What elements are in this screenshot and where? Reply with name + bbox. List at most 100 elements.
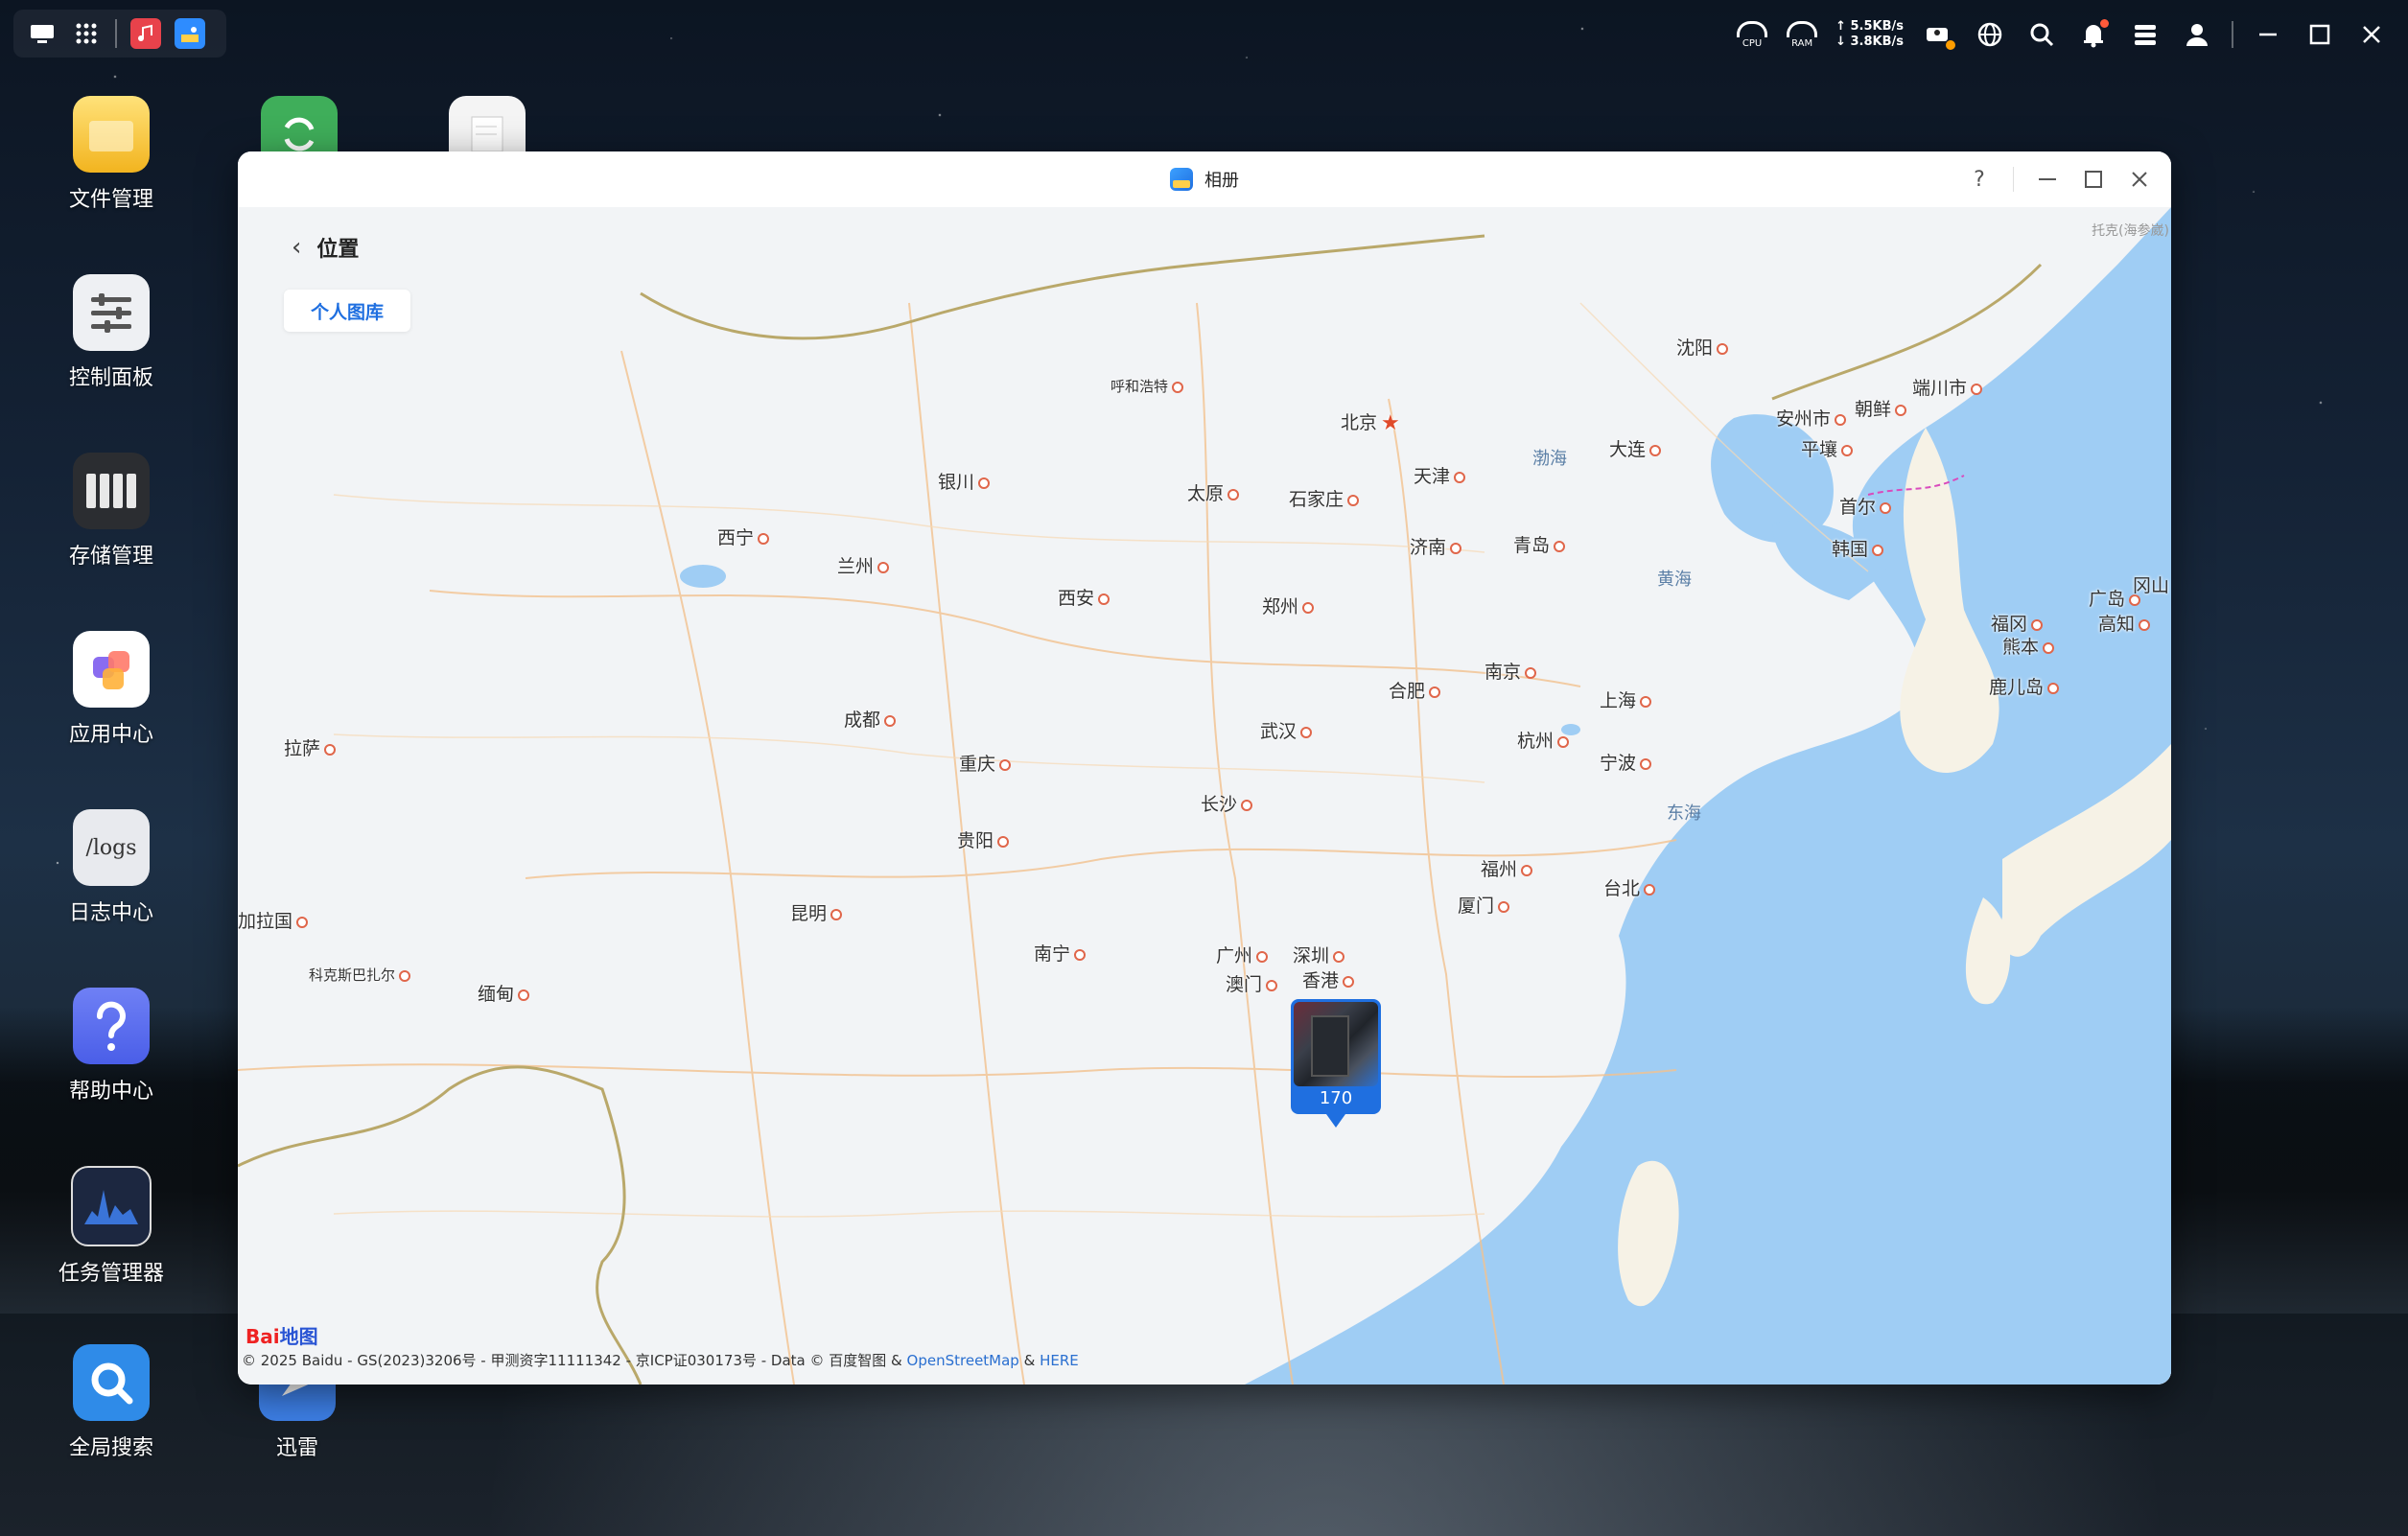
map-city-label[interactable]: 西安 (1058, 584, 1113, 610)
help-button[interactable]: ? (1967, 167, 1992, 192)
map-city-label[interactable]: 台北 (1603, 874, 1659, 900)
map-city-label[interactable]: 香港 (1302, 966, 1358, 992)
global-search-icon (73, 1344, 150, 1421)
map-city-label[interactable]: 平壤 (1801, 435, 1857, 461)
network-speed[interactable]: ↑ 5.5KB/s ↓ 3.8KB/s (1835, 19, 1904, 50)
map-city-label[interactable]: 南宁 (1034, 940, 1089, 966)
map-city-label[interactable]: 天津 (1414, 462, 1469, 488)
city-name: 首尔 (1839, 497, 1877, 518)
map-city-label[interactable]: 昆明 (790, 899, 846, 925)
map-city-label[interactable]: 福冈 (1991, 610, 2046, 636)
openstreetmap-link[interactable]: OpenStreetMap (907, 1352, 1019, 1369)
map-city-label[interactable]: 银川 (938, 468, 994, 494)
map-city-label[interactable]: 大连 (1609, 435, 1665, 461)
map-city-label[interactable]: 端川市 (1912, 374, 1986, 400)
city-name: 鹿儿岛 (1989, 677, 2045, 698)
map-city-label[interactable]: 北京 ★ (1341, 408, 1400, 435)
city-dot-icon (1640, 757, 1652, 770)
maximize-button[interactable] (2081, 167, 2106, 192)
music-app-icon[interactable] (130, 18, 161, 49)
window-titlebar[interactable]: 相册 ? (238, 151, 2171, 208)
map-city-label[interactable]: 太原 (1187, 479, 1243, 505)
city-name: 南京 (1485, 662, 1522, 683)
map-city-label[interactable]: 合肥 (1389, 677, 1444, 703)
map-city-label[interactable]: 成都 (844, 706, 900, 732)
apps-grid-icon[interactable] (71, 18, 102, 49)
map-city-label[interactable]: 郑州 (1262, 593, 1318, 618)
globe-icon[interactable] (1973, 17, 2007, 52)
city-name: 广岛 (2089, 589, 2126, 610)
map-city-label[interactable]: 科克斯巴扎尔 (309, 965, 414, 985)
cpu-gauge-icon (1737, 20, 1768, 37)
desktop-shortcut-app-center[interactable]: 应用中心 (35, 631, 188, 748)
show-desktop-icon[interactable] (27, 18, 58, 49)
map-city-label[interactable]: 韩国 (1832, 535, 1887, 561)
map-city-label[interactable]: 长沙 (1201, 790, 1256, 816)
map-city-label[interactable]: 首尔 (1839, 493, 1895, 519)
map-city-label[interactable]: 鹿儿岛 (1989, 673, 2063, 699)
maximize-icon[interactable] (2303, 17, 2337, 52)
desktop-shortcut-global-search[interactable]: 全局搜索 (35, 1344, 188, 1461)
desktop-shortcut-file-manager[interactable]: 文件管理 (35, 96, 188, 213)
user-status-icon[interactable] (1921, 17, 1955, 52)
close-button[interactable] (2127, 167, 2152, 192)
notification-bell-icon[interactable] (2076, 17, 2111, 52)
minimize-button[interactable] (2035, 167, 2060, 192)
location-map[interactable]: 北京 ★ 天津 呼和浩特 沈阳大连石家庄 太原 银川西宁兰州 济南 青岛郑州 西安南京合肥 上海成都… (238, 207, 2171, 1385)
minimize-all-icon[interactable] (2251, 17, 2285, 52)
back-button[interactable]: ‹ 位置 (292, 232, 359, 263)
map-city-label[interactable]: 武汉 (1260, 717, 1316, 743)
map-city-label[interactable]: 宁波 (1600, 749, 1655, 775)
map-city-label[interactable]: 济南 (1410, 533, 1465, 559)
map-city-label[interactable]: 广州 (1216, 942, 1272, 967)
window-controls-divider (2013, 167, 2014, 192)
map-city-label[interactable]: 深圳 (1293, 942, 1348, 967)
map-city-label[interactable]: 杭州 (1517, 727, 1573, 753)
map-city-label[interactable]: 上海 (1600, 687, 1655, 712)
map-city-label[interactable]: 贵阳 (957, 826, 1013, 852)
desktop-shortcut-control-panel[interactable]: 控制面板 (35, 274, 188, 391)
map-city-label[interactable]: 加拉国 (238, 907, 312, 933)
map-city-label[interactable]: 重庆 (959, 750, 1015, 776)
city-dot-icon (997, 835, 1010, 848)
desktop-shortcut-help-center[interactable]: 帮助中心 (35, 988, 188, 1105)
map-city-label[interactable]: 南京 (1485, 658, 1540, 684)
map-city-label[interactable]: 朝鲜 (1855, 395, 1910, 421)
city-name: 宁波 (1600, 753, 1637, 774)
widgets-icon[interactable] (2128, 17, 2163, 52)
photo-cluster-pin[interactable]: 170 (1291, 999, 1381, 1128)
window-title-text: 相册 (1204, 171, 1239, 191)
baidu-map-logo: Bai地图 (245, 1321, 318, 1349)
map-city-label[interactable]: 拉萨 (284, 734, 339, 760)
user-avatar-icon[interactable] (2180, 17, 2214, 52)
close-icon[interactable] (2354, 17, 2389, 52)
city-dot-icon (1498, 900, 1510, 913)
map-city-label[interactable]: 青岛 (1513, 531, 1569, 557)
map-city-label[interactable]: 呼和浩特 (1110, 376, 1187, 396)
map-city-label[interactable]: 高知 (2098, 610, 2154, 636)
city-dot-icon (1454, 471, 1466, 483)
city-dot-icon (518, 989, 530, 1001)
map-city-label[interactable]: 冈山 (2133, 571, 2171, 597)
photos-app-icon (1170, 168, 1193, 191)
ram-gauge[interactable]: RAM (1786, 20, 1818, 49)
map-city-label[interactable]: 厦门 (1458, 892, 1513, 918)
map-city-label[interactable]: 福州 (1481, 855, 1536, 881)
map-city-label[interactable]: 安州市 (1776, 405, 1850, 431)
city-name: 青岛 (1513, 535, 1551, 556)
desktop-shortcut-log-center[interactable]: /logs 日志中心 (35, 809, 188, 926)
desktop-shortcut-storage[interactable]: 存储管理 (35, 453, 188, 570)
map-city-label[interactable]: 熊本 (2002, 633, 2058, 659)
photos-app-icon[interactable] (175, 18, 205, 49)
map-city-label[interactable]: 西宁 (717, 524, 773, 549)
search-icon[interactable] (2024, 17, 2059, 52)
map-city-label[interactable]: 缅甸 (478, 980, 533, 1006)
here-link[interactable]: HERE (1040, 1352, 1079, 1369)
map-city-label[interactable]: 兰州 (837, 552, 893, 578)
map-city-label[interactable]: 沈阳 (1676, 334, 1732, 360)
personal-library-button[interactable]: 个人图库 (284, 290, 410, 332)
map-city-label[interactable]: 石家庄 (1289, 485, 1363, 511)
desktop-shortcut-task-manager[interactable]: 任务管理器 (35, 1166, 188, 1287)
cpu-gauge[interactable]: CPU (1736, 20, 1768, 49)
map-city-label[interactable]: 澳门 (1226, 970, 1281, 996)
